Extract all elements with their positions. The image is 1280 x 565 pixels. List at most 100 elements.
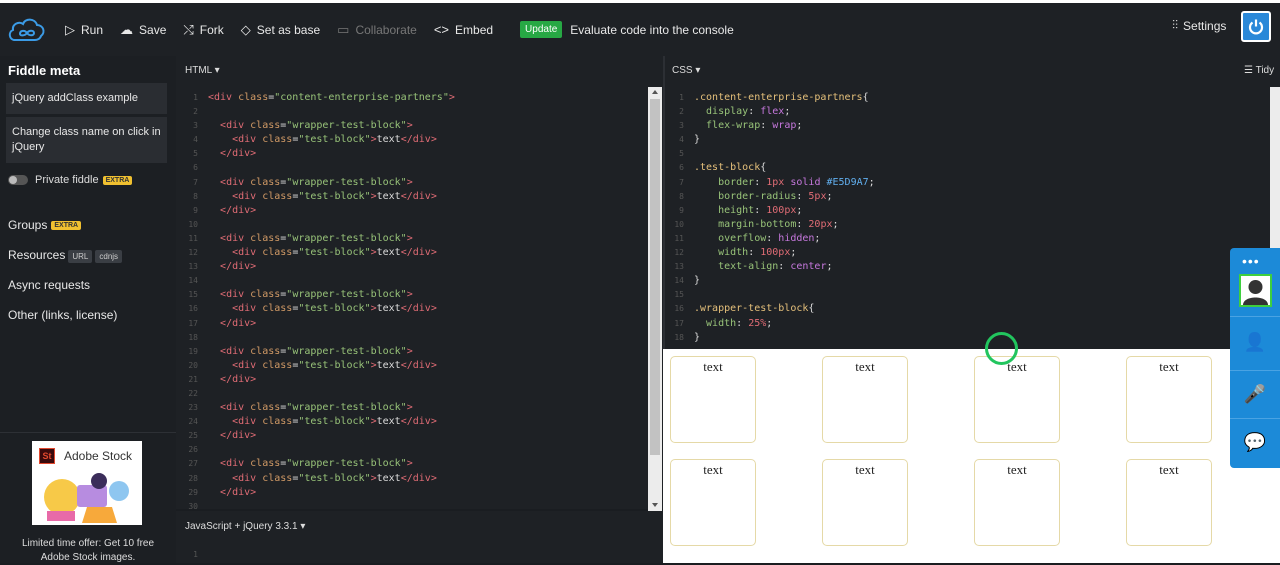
- scroll-up-icon[interactable]: [652, 90, 658, 94]
- test-block: text: [670, 459, 756, 546]
- chat-bubble-icon[interactable]: 💬: [1230, 432, 1280, 453]
- code-token: </div>: [400, 416, 437, 428]
- power-button[interactable]: [1241, 11, 1271, 42]
- fiddle-title-input[interactable]: jQuery addClass example: [6, 83, 167, 114]
- line-number: 15: [188, 290, 198, 300]
- code-token: text: [376, 416, 401, 428]
- resources-link[interactable]: Resources URL cdnjs: [8, 248, 123, 263]
- line-number: 10: [188, 219, 198, 229]
- line-number: 22: [188, 388, 198, 398]
- code-token: </div>: [220, 486, 257, 498]
- code-token: text-align: [694, 261, 779, 273]
- ad-text: Limited time offer: Get 10 free Adobe St…: [21, 538, 155, 563]
- test-block: text: [1126, 459, 1212, 546]
- code-token: class: [250, 345, 281, 357]
- code-line: 20 <div class = "test-block" > text </div>: [176, 359, 455, 373]
- js-panel-title[interactable]: JavaScript + jQuery 3.3.1 ▾: [185, 521, 305, 532]
- line-number: 10: [674, 219, 684, 229]
- line-number: 8: [193, 191, 198, 201]
- other-links-license-link[interactable]: Other (links, license): [8, 308, 117, 322]
- ad-illustration: [44, 473, 129, 523]
- cdnjs-tag[interactable]: cdnjs: [95, 250, 123, 263]
- code-line: 15: [662, 288, 875, 302]
- html-panel-title[interactable]: HTML ▾: [185, 65, 220, 76]
- code-line: 6: [176, 161, 455, 175]
- line-number: 3: [679, 121, 684, 131]
- line-number: 1: [679, 93, 684, 102]
- url-tag[interactable]: URL: [68, 250, 93, 263]
- code-line: 9 </div>: [176, 204, 455, 218]
- scroll-down-icon[interactable]: [652, 503, 658, 507]
- line-number: 27: [188, 459, 198, 469]
- avatar[interactable]: [1239, 274, 1272, 307]
- async-requests-link[interactable]: Async requests: [8, 278, 90, 292]
- code-token: "test-block": [298, 359, 371, 371]
- code-token: "test-block": [298, 416, 371, 428]
- set-as-base-button[interactable]: ◇ Set as base: [241, 22, 320, 38]
- code-token: .wrapper-test-block: [694, 303, 809, 315]
- code-token: ;: [868, 176, 875, 188]
- line-number: 8: [679, 191, 684, 201]
- code-token: ;: [766, 317, 773, 329]
- save-button[interactable]: ☁ Save: [120, 22, 166, 38]
- code-token: ;: [790, 247, 797, 259]
- user-silhouette-icon: [1243, 280, 1268, 305]
- line-number: 15: [674, 290, 684, 300]
- code-token: </div>: [220, 261, 257, 273]
- code-line: 8 <div class = "test-block" > text </div>: [176, 190, 455, 204]
- line-number: 12: [674, 248, 684, 258]
- code-token: <div: [220, 176, 251, 188]
- css-panel-title[interactable]: CSS ▾: [672, 65, 700, 76]
- code-token: </div>: [220, 317, 257, 329]
- test-block: text: [974, 356, 1060, 443]
- collaborate-button[interactable]: ▭ Collaborate: [337, 22, 417, 38]
- run-button[interactable]: ▷ Run: [65, 22, 103, 38]
- code-token: <div: [220, 402, 251, 414]
- fork-button[interactable]: ⤭ Fork: [183, 22, 223, 38]
- code-token: class: [262, 247, 293, 259]
- code-token: "wrapper-test-block": [286, 176, 407, 188]
- css-code-editor[interactable]: 1 .content-enterprise-partners{2 display:…: [662, 91, 875, 345]
- code-token: class: [262, 134, 293, 146]
- code-token: 20px: [808, 218, 833, 230]
- more-dots-icon[interactable]: •••: [1242, 253, 1260, 269]
- update-badge[interactable]: Update: [520, 21, 563, 38]
- code-line: 16 <div class = "test-block" > text </div>: [176, 302, 455, 316]
- jsfiddle-logo-icon[interactable]: [7, 14, 47, 46]
- code-line: 4 <div class = "test-block" > text </div>: [176, 133, 455, 147]
- js-editor-panel: JavaScript + jQuery 3.3.1 ▾ 1: [176, 511, 663, 563]
- settings-button[interactable]: ⫶⫶ Settings: [1172, 18, 1226, 33]
- code-line: 12 width: 100px;: [662, 246, 875, 260]
- html-editor-scrollbar[interactable]: [648, 87, 662, 511]
- code-token: text: [376, 247, 401, 259]
- code-token: >: [406, 232, 413, 244]
- line-number: 11: [188, 233, 198, 243]
- code-token: </div>: [220, 373, 257, 385]
- tidy-button[interactable]: ☰ Tidy: [1244, 65, 1274, 76]
- html-code-editor[interactable]: 1 <div class = "content-enterprise-partners…: [176, 91, 455, 514]
- code-token: {: [760, 162, 767, 174]
- code-token: :: [796, 190, 809, 202]
- groups-link[interactable]: Groups EXTRA: [8, 218, 82, 232]
- code-token: class: [262, 190, 293, 202]
- code-token: display: [694, 106, 749, 118]
- fiddle-description-input[interactable]: Change class name on click in jQuery: [6, 117, 167, 163]
- cursor-highlight: [985, 332, 1018, 365]
- add-user-icon[interactable]: 👤: [1230, 332, 1280, 353]
- code-line: 13 </div>: [176, 260, 455, 274]
- test-block: text: [822, 459, 908, 546]
- private-toggle[interactable]: [8, 175, 28, 185]
- js-code-editor[interactable]: 1: [176, 548, 208, 562]
- line-number: 17: [188, 318, 198, 328]
- embed-button[interactable]: <> Embed: [434, 22, 493, 37]
- line-number: 20: [188, 360, 198, 370]
- adobe-stock-ad[interactable]: St Adobe Stock: [32, 441, 142, 525]
- scrollbar-thumb[interactable]: [650, 99, 660, 455]
- microphone-icon[interactable]: 🎤: [1230, 384, 1280, 405]
